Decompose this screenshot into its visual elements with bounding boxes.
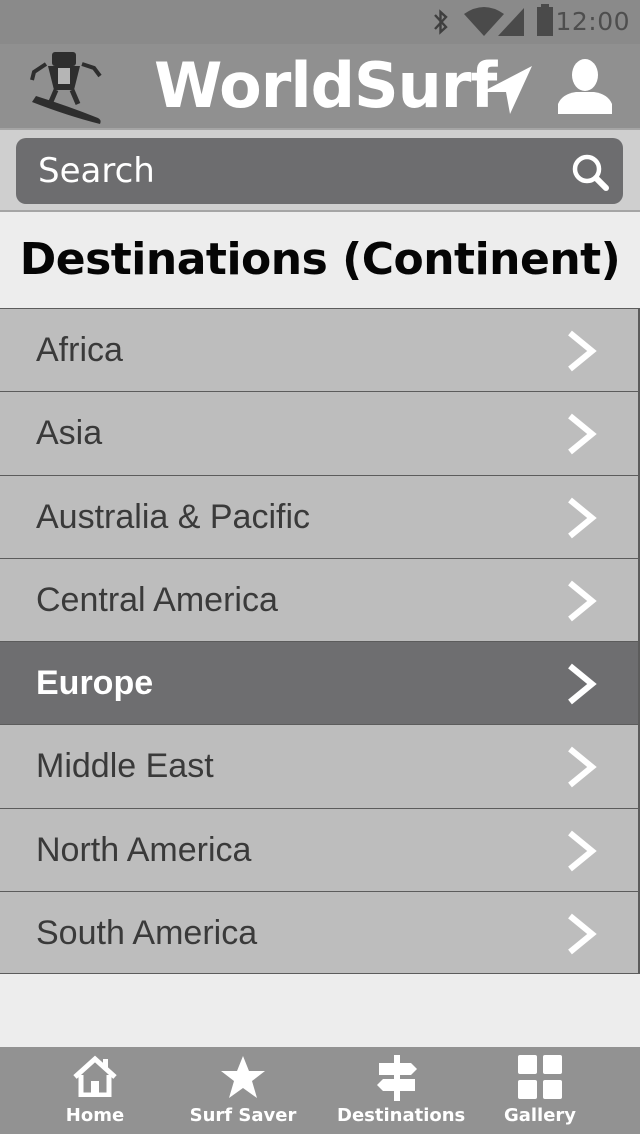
tab-destinations-label: Destinations [337, 1105, 466, 1126]
chevron-right-icon [568, 497, 597, 538]
list-item-label: Africa [36, 331, 123, 369]
status-bar: 12:00 [0, 0, 640, 44]
chevron-right-icon [568, 580, 597, 622]
chevron-right-icon [568, 913, 597, 955]
app-header: WorldSurf [0, 44, 640, 128]
status-time: 12:00 [555, 7, 630, 36]
grid-icon [518, 1055, 562, 1099]
list-item-middle-east[interactable]: Middle East [0, 724, 640, 808]
search-input[interactable] [38, 138, 558, 204]
list-item-europe[interactable]: Europe [0, 641, 640, 725]
tab-gallery-label: Gallery [503, 1105, 577, 1126]
list-item-label: South America [36, 914, 258, 953]
chevron-right-icon [568, 330, 597, 372]
search-bar[interactable] [16, 138, 623, 204]
tab-destinations[interactable]: Destinations [337, 1047, 466, 1134]
list-item-label: Central America [36, 580, 278, 619]
chevron-right-icon [568, 830, 597, 872]
star-icon [221, 1056, 265, 1098]
profile-icon[interactable] [556, 58, 614, 114]
surfer-logo[interactable] [28, 46, 106, 126]
signal-icon [498, 8, 524, 36]
list-item-asia[interactable]: Asia [0, 391, 640, 475]
search-container [0, 128, 640, 212]
list-item-australia-pacific[interactable]: Australia & Pacific [0, 474, 640, 558]
tab-surf-saver-label: Surf Saver [189, 1105, 297, 1126]
list-item-central-america[interactable]: Central America [0, 557, 640, 642]
list-item-north-america[interactable]: North America [0, 807, 640, 892]
page-title: Destinations (Continent) [19, 234, 621, 285]
app-title: WorldSurf [154, 49, 497, 122]
tab-home[interactable]: Home [40, 1047, 150, 1134]
tab-surf-saver[interactable]: Surf Saver [183, 1047, 303, 1134]
signpost-icon [377, 1055, 417, 1101]
list-item-label: Australia & Pacific [36, 497, 310, 536]
battery-icon [537, 4, 553, 36]
home-icon [73, 1055, 117, 1097]
tab-gallery[interactable]: Gallery [490, 1047, 590, 1134]
list-item-africa[interactable]: Africa [0, 308, 640, 392]
bottom-tab-bar: Home Surf Saver Destinations Gallery [0, 1047, 640, 1134]
list-item-label: Asia [36, 414, 103, 453]
list-item-south-america[interactable]: South America [0, 891, 640, 975]
search-icon[interactable] [571, 153, 609, 191]
list-item-label: Middle East [36, 747, 214, 786]
list-item-label: North America [36, 830, 252, 869]
location-arrow-icon[interactable] [480, 62, 534, 116]
bluetooth-icon [434, 9, 448, 35]
chevron-right-icon [568, 413, 597, 455]
list-item-label: Europe [36, 664, 154, 703]
tab-home-label: Home [65, 1105, 125, 1126]
continent-list: Africa Asia Australia & Pacific Central … [0, 308, 640, 975]
chevron-right-icon [568, 747, 597, 788]
chevron-right-icon [568, 663, 597, 705]
